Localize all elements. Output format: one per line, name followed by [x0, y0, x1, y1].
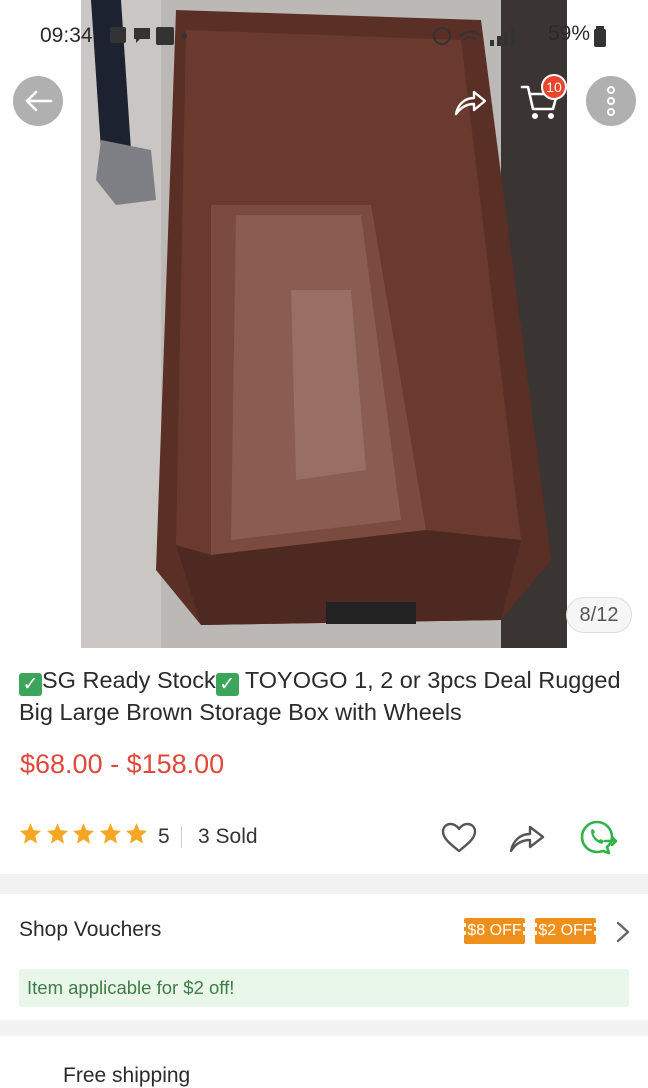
- rating-count: 5: [158, 825, 170, 848]
- star-icon: [73, 822, 95, 844]
- share-icon: [454, 90, 487, 116]
- product-title: ✓ SG Ready Stock ✓ TOYOGO 1, 2 or 3pcs Dea…: [19, 664, 629, 728]
- notification-icons: [110, 27, 187, 45]
- storage-box-illustration: [81, 0, 567, 648]
- image-counter: 8/12: [566, 597, 632, 633]
- whatsapp-share-button[interactable]: [577, 818, 621, 858]
- rating-stars[interactable]: [19, 822, 152, 845]
- section-divider: [0, 1020, 648, 1036]
- battery-percent: 59%: [548, 22, 591, 45]
- section-divider: [0, 874, 648, 894]
- chevron-right-icon[interactable]: [612, 919, 634, 945]
- rating-row: 5 3 Sold: [19, 818, 629, 858]
- divider: [181, 826, 182, 848]
- battery-icon: [594, 26, 606, 47]
- product-gallery[interactable]: 09:34 59% 10 8/12: [0, 0, 648, 648]
- more-vertical-icon: [607, 86, 615, 116]
- check-icon: ✓: [19, 673, 42, 696]
- voucher-tag[interactable]: $8 OFF: [462, 918, 527, 944]
- status-time: 09:34: [40, 24, 93, 47]
- voucher-applicable-note: Item applicable for $2 off!: [19, 969, 629, 1007]
- star-icon: [19, 822, 42, 844]
- share-button[interactable]: [450, 82, 490, 122]
- star-icon: [46, 822, 68, 844]
- voucher-tag[interactable]: $2 OFF: [533, 918, 598, 944]
- free-shipping-label: Free shipping: [63, 1064, 191, 1087]
- status-bar: 09:34 59%: [0, 18, 648, 54]
- back-button[interactable]: [13, 76, 63, 126]
- cart-count-badge: 10: [541, 74, 567, 100]
- check-icon: ✓: [215, 673, 239, 696]
- star-icon: [99, 822, 121, 844]
- product-photo[interactable]: [81, 0, 567, 648]
- like-button[interactable]: [439, 818, 479, 858]
- share-icon: [509, 825, 545, 853]
- whatsapp-icon: [580, 820, 618, 855]
- back-arrow-icon: [25, 90, 53, 112]
- more-options-button[interactable]: [586, 76, 636, 126]
- title-part-1: SG Ready Stock: [42, 667, 216, 693]
- shop-vouchers-label[interactable]: Shop Vouchers: [19, 918, 161, 942]
- share-product-button[interactable]: [507, 818, 547, 858]
- star-icon: [126, 822, 148, 844]
- sold-count: 3 Sold: [198, 825, 258, 848]
- signal-icons: [433, 27, 515, 46]
- product-price: $68.00 - $158.00: [20, 749, 225, 779]
- heart-icon: [441, 822, 477, 853]
